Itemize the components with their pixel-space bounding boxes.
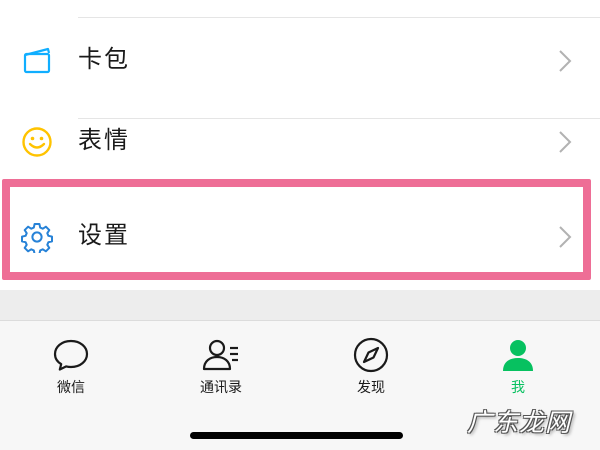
compass-icon	[353, 337, 389, 373]
menu-item-card-pack[interactable]: 卡包	[0, 19, 600, 119]
person-icon	[503, 340, 533, 371]
chevron-right-icon	[559, 131, 572, 153]
tab-chats[interactable]: 微信	[21, 335, 121, 405]
tab-contacts[interactable]: 通讯录	[171, 335, 271, 405]
divider	[78, 17, 600, 18]
menu-item-label: 设置	[78, 221, 130, 249]
watermark: 广东龙网	[467, 408, 572, 437]
chevron-right-icon	[559, 50, 572, 72]
home-indicator[interactable]	[190, 432, 403, 439]
chevron-right-icon	[559, 226, 572, 248]
section-spacer	[0, 290, 600, 320]
menu-item-label: 卡包	[78, 45, 130, 73]
sticker-smiley-icon	[19, 124, 55, 160]
tab-label: 微信	[57, 380, 85, 396]
chat-bubble-icon	[53, 339, 89, 371]
tab-me[interactable]: 我	[468, 335, 568, 405]
card-pack-icon	[19, 43, 55, 79]
tab-label: 我	[511, 380, 525, 396]
tab-label: 发现	[357, 380, 385, 396]
me-menu-list: 卡包 表情 设置	[0, 0, 600, 290]
menu-item-settings[interactable]: 设置	[0, 195, 600, 275]
tab-label: 通讯录	[200, 380, 242, 396]
menu-item-label: 表情	[78, 126, 130, 154]
gear-icon	[19, 219, 55, 255]
menu-item-stickers[interactable]: 表情	[0, 100, 600, 180]
tab-discover[interactable]: 发现	[321, 335, 421, 405]
contacts-icon	[202, 339, 238, 371]
